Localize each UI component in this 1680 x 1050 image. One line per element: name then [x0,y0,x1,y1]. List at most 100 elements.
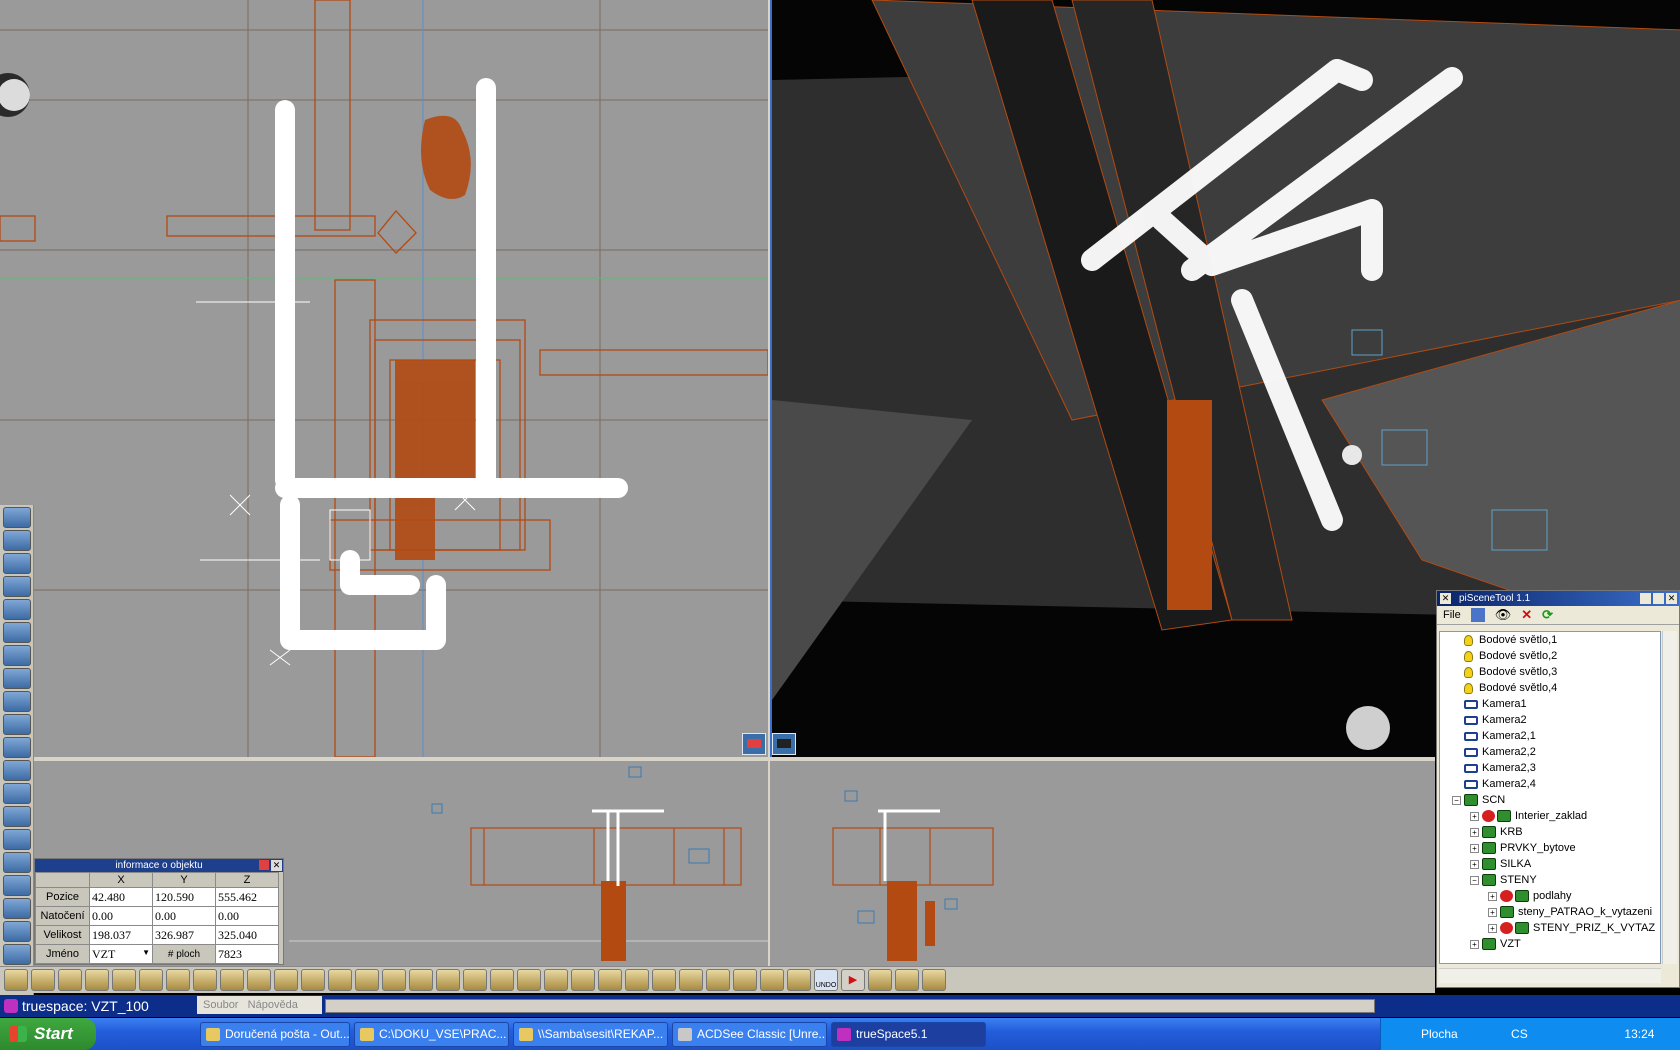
eye-icon[interactable] [1500,922,1513,935]
position-z-field[interactable]: 555.462 [215,887,279,907]
scene-tree-item[interactable]: + podlahy [1440,888,1660,904]
task-explorer-doku[interactable]: C:\DOKU_VSE\PRAC... [354,1021,509,1047]
scene-tree-item[interactable]: Kamera2,2 [1440,744,1660,760]
expand-toggle-icon[interactable]: + [1470,859,1479,869]
expand-toggle-icon[interactable]: + [1488,907,1497,917]
eye-icon[interactable] [1482,810,1495,823]
tool-button[interactable] [868,969,892,991]
tool-button[interactable] [382,969,406,991]
tool-button[interactable] [220,969,244,991]
expand-toggle-icon[interactable]: − [1452,795,1461,805]
tool-button[interactable] [3,944,31,965]
tool-button[interactable] [166,969,190,991]
tool-button[interactable] [517,969,541,991]
tool-button[interactable] [679,969,703,991]
tool-button[interactable] [922,969,946,991]
tool-button[interactable] [3,576,31,597]
desktop-label[interactable]: Plocha [1421,1027,1458,1041]
tool-button[interactable] [3,760,31,781]
scene-tree-item[interactable]: Bodové světlo,4 [1440,680,1660,696]
eye-icon[interactable]: 👁 [1495,607,1512,623]
scene-tree-item[interactable]: + PRVKY_bytove [1440,840,1660,856]
tool-button[interactable] [3,852,31,873]
scene-tree-item[interactable]: + KRB [1440,824,1660,840]
scene-tree-item[interactable]: Kamera2,4 [1440,776,1660,792]
minimize-icon[interactable] [1640,593,1651,604]
tool-button[interactable] [733,969,757,991]
scene-tree-item[interactable]: Kamera2,1 [1440,728,1660,744]
task-truespace[interactable]: trueSpace5.1 [831,1021,986,1047]
tool-button[interactable] [3,921,31,942]
tool-button[interactable] [3,691,31,712]
refresh-icon[interactable]: ⟳ [1542,607,1553,623]
tool-button[interactable] [625,969,649,991]
menu-file[interactable]: Soubor [203,999,238,1011]
chevron-down-icon[interactable]: ▼ [142,948,150,957]
tool-button[interactable] [3,898,31,919]
expand-toggle-icon[interactable]: + [1470,843,1479,853]
scene-tree-item[interactable]: Kamera2,3 [1440,760,1660,776]
tool-button[interactable] [3,783,31,804]
tool-button[interactable] [3,622,31,643]
scene-tree-item[interactable]: + VZT [1440,936,1660,952]
tool-button[interactable] [3,507,31,528]
object-view-button[interactable] [772,733,796,755]
close-icon[interactable]: ✕ [1440,593,1451,604]
expand-toggle-icon[interactable]: + [1488,923,1497,933]
position-x-field[interactable]: 42.480 [89,887,153,907]
close-window-icon[interactable]: ✕ [1666,593,1677,604]
tool-button[interactable] [193,969,217,991]
select-tool-icon[interactable] [1470,608,1485,622]
tool-button[interactable] [4,969,28,991]
start-button[interactable]: Start [0,1018,96,1050]
scene-tree-item[interactable]: Bodové světlo,1 [1440,632,1660,648]
tool-button[interactable] [3,553,31,574]
tool-button[interactable] [139,969,163,991]
tool-button[interactable] [706,969,730,991]
expand-toggle-icon[interactable]: − [1470,875,1479,885]
tool-button[interactable] [544,969,568,991]
play-button[interactable]: ▶ [841,969,865,991]
tool-button[interactable] [3,875,31,896]
tool-button[interactable] [409,969,433,991]
tool-button[interactable] [652,969,676,991]
top-viewport[interactable] [0,0,768,757]
tool-button[interactable] [436,969,460,991]
tool-button[interactable] [895,969,919,991]
tool-button[interactable] [760,969,784,991]
tool-button[interactable] [112,969,136,991]
tool-button[interactable] [3,645,31,666]
task-outlook[interactable]: Doručená pošta - Out... [200,1021,350,1047]
side-viewport[interactable] [770,761,1435,966]
tool-button[interactable] [571,969,595,991]
expand-toggle-icon[interactable]: + [1470,827,1479,837]
camera-view-button[interactable] [742,733,766,755]
task-acdsee[interactable]: ACDSee Classic [Unre... [672,1021,827,1047]
tool-button[interactable] [328,969,352,991]
name-select[interactable]: VZT ▼ [89,944,153,964]
tool-button[interactable] [463,969,487,991]
tool-button[interactable] [3,714,31,735]
rotation-z-field[interactable]: 0.00 [215,906,279,926]
tool-button[interactable] [3,668,31,689]
delete-icon[interactable]: ✕ [1521,607,1532,623]
scene-tree-item[interactable]: + SILKA [1440,856,1660,872]
tool-button[interactable] [58,969,82,991]
expand-toggle-icon[interactable]: + [1470,811,1479,821]
tool-button[interactable] [3,599,31,620]
tool-button[interactable] [787,969,811,991]
task-explorer-samba[interactable]: \\Samba\sesit\REKAP... [513,1021,668,1047]
size-z-field[interactable]: 325.040 [215,925,279,945]
tool-button[interactable] [490,969,514,991]
tool-button[interactable] [3,737,31,758]
scene-tool-titlebar[interactable]: ✕ piSceneTool 1.1 ✕ [1437,591,1679,606]
rotation-x-field[interactable]: 0.00 [89,906,153,926]
language-indicator[interactable]: CS [1511,1027,1528,1041]
tool-button[interactable] [31,969,55,991]
size-x-field[interactable]: 198.037 [89,925,153,945]
rotation-y-field[interactable]: 0.00 [152,906,216,926]
size-y-field[interactable]: 326.987 [152,925,216,945]
expand-toggle-icon[interactable]: + [1470,939,1479,949]
scene-tree-item[interactable]: + steny_PATRAO_k_vytazeni [1440,904,1660,920]
vertical-scrollbar[interactable] [1662,631,1677,964]
